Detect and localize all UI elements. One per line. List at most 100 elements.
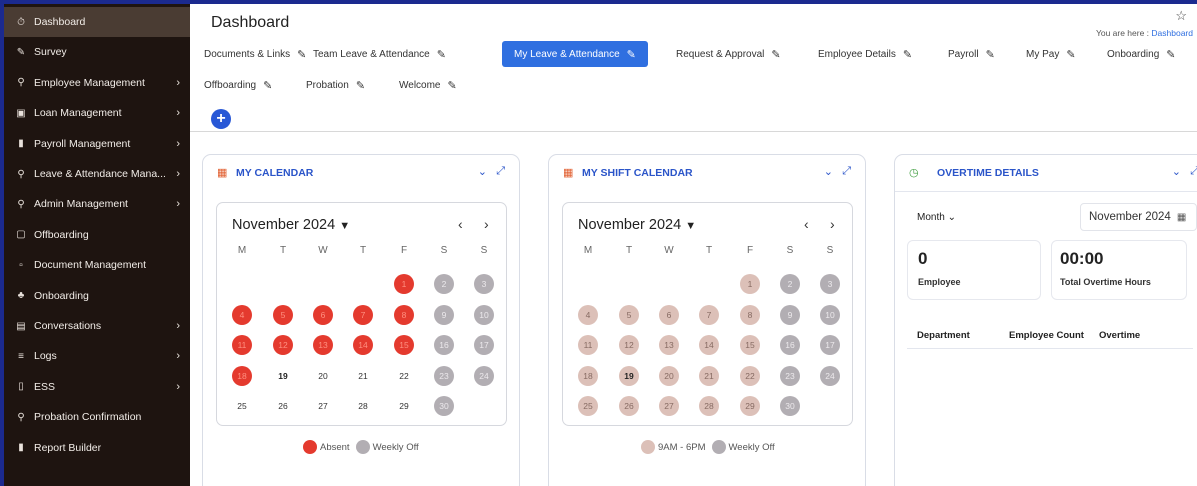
sidebar-item-conversations[interactable]: ▤ Conversations › (4, 311, 190, 341)
calendar-day[interactable]: 3 (820, 274, 840, 294)
tab-payroll[interactable]: Payroll ✎ (948, 41, 995, 67)
collapse-chevron-icon[interactable]: ⌄ (1172, 165, 1181, 178)
calendar-day[interactable]: 3 (474, 274, 494, 294)
date-field[interactable]: November 2024 ▦ (1080, 203, 1197, 231)
calendar-day[interactable]: 24 (820, 365, 840, 386)
calendar-day[interactable]: 14 (699, 335, 719, 355)
sidebar-item-leave-attendance-mana[interactable]: ⚲ Leave & Attendance Mana... › (4, 159, 190, 189)
calendar-day[interactable]: 13 (313, 335, 333, 355)
calendar-day[interactable]: 15 (394, 335, 414, 355)
calendar-day[interactable]: 16 (434, 335, 454, 355)
calendar-day[interactable]: 25 (232, 396, 252, 416)
edit-icon[interactable]: ✎ (771, 48, 780, 61)
sidebar-item-ess[interactable]: ▯ ESS › (4, 372, 190, 402)
sidebar-item-payroll-management[interactable]: ▮ Payroll Management › (4, 129, 190, 159)
calendar-day[interactable]: 9 (780, 304, 800, 325)
tab-onboarding[interactable]: Onboarding ✎ (1107, 41, 1175, 67)
sidebar-item-onboarding[interactable]: ♣ Onboarding (4, 281, 190, 311)
expand-icon[interactable]: ⤢ (1190, 165, 1197, 178)
sidebar-item-report-builder[interactable]: ▮ Report Builder (4, 433, 190, 463)
tab-team-leave-attendance[interactable]: Team Leave & Attendance ✎ (313, 41, 446, 67)
calendar-day[interactable]: 2 (780, 274, 800, 294)
calendar-day[interactable]: 18 (578, 365, 598, 386)
calendar-day[interactable]: 2 (434, 274, 454, 294)
calendar-day[interactable]: 17 (474, 335, 494, 355)
sidebar-item-document-management[interactable]: ▫ Document Management (4, 250, 190, 280)
calendar-day[interactable]: 23 (780, 365, 800, 386)
sidebar-item-offboarding[interactable]: ▢ Offboarding (4, 220, 190, 250)
calendar-day[interactable]: 8 (740, 304, 760, 325)
month-selector[interactable]: November 2024 ▼ (578, 217, 696, 233)
calendar-day[interactable]: 19 (619, 365, 639, 386)
calendar-day[interactable]: 4 (232, 304, 252, 325)
calendar-day[interactable]: 12 (273, 335, 293, 355)
calendar-day[interactable]: 26 (619, 396, 639, 416)
calendar-day[interactable]: 30 (434, 396, 454, 416)
star-icon[interactable]: ☆ (1175, 8, 1187, 24)
calendar-day[interactable]: 6 (313, 304, 333, 325)
edit-icon[interactable]: ✎ (986, 48, 995, 61)
calendar-day[interactable]: 1 (394, 274, 414, 294)
calendar-day[interactable]: 16 (780, 335, 800, 355)
calendar-day[interactable]: 4 (578, 304, 598, 325)
edit-icon[interactable]: ✎ (903, 48, 912, 61)
calendar-day[interactable]: 17 (820, 335, 840, 355)
next-month-icon[interactable]: › (484, 216, 489, 232)
month-selector[interactable]: November 2024 ▼ (232, 217, 350, 233)
collapse-chevron-icon[interactable]: ⌄ (478, 165, 487, 178)
calendar-day[interactable]: 28 (353, 396, 373, 416)
sidebar-item-dashboard[interactable]: ⏱ Dashboard (4, 7, 190, 37)
calendar-day[interactable]: 30 (780, 396, 800, 416)
tab-my-leave-attendance[interactable]: My Leave & Attendance ✎ (502, 41, 648, 67)
sidebar-item-loan-management[interactable]: ▣ Loan Management › (4, 98, 190, 128)
edit-icon[interactable]: ✎ (356, 79, 365, 92)
edit-icon[interactable]: ✎ (1166, 48, 1175, 61)
calendar-day[interactable]: 11 (232, 335, 252, 355)
calendar-day[interactable]: 8 (394, 304, 414, 325)
next-month-icon[interactable]: › (830, 216, 835, 232)
sidebar-item-logs[interactable]: ≡ Logs › (4, 341, 190, 371)
edit-icon[interactable]: ✎ (627, 48, 636, 61)
calendar-day[interactable]: 27 (313, 396, 333, 416)
calendar-day[interactable]: 20 (313, 366, 333, 386)
calendar-day[interactable]: 5 (619, 304, 639, 325)
edit-icon[interactable]: ✎ (437, 48, 446, 61)
calendar-day[interactable]: 21 (353, 366, 373, 386)
calendar-day[interactable]: 25 (578, 396, 598, 416)
tab-offboarding[interactable]: Offboarding ✎ (204, 72, 272, 98)
period-select[interactable]: Month ⌄ (917, 212, 956, 223)
calendar-day[interactable]: 19 (273, 366, 293, 386)
calendar-day[interactable]: 26 (273, 396, 293, 416)
calendar-day[interactable]: 10 (474, 304, 494, 325)
calendar-icon[interactable]: ▦ (1177, 212, 1186, 223)
calendar-day[interactable]: 15 (740, 335, 760, 355)
calendar-day[interactable]: 12 (619, 335, 639, 355)
sidebar-item-employee-management[interactable]: ⚲ Employee Management › (4, 68, 190, 98)
calendar-day[interactable]: 13 (659, 335, 679, 355)
calendar-day[interactable]: 7 (699, 304, 719, 325)
tab-request-approval[interactable]: Request & Approval ✎ (676, 41, 781, 67)
sidebar-item-admin-management[interactable]: ⚲ Admin Management › (4, 189, 190, 219)
sidebar-item-survey[interactable]: ✎ Survey (4, 37, 190, 67)
edit-icon[interactable]: ✎ (448, 79, 457, 92)
calendar-day[interactable]: 9 (434, 304, 454, 325)
sidebar-item-probation-confirmation[interactable]: ⚲ Probation Confirmation (4, 402, 190, 432)
calendar-day[interactable]: 14 (353, 335, 373, 355)
expand-icon[interactable]: ⤢ (496, 165, 505, 178)
calendar-day[interactable]: 21 (699, 365, 719, 386)
calendar-day[interactable]: 23 (434, 365, 454, 386)
tab-documents-links[interactable]: Documents & Links ✎ (204, 41, 306, 67)
calendar-day[interactable]: 1 (740, 274, 760, 294)
prev-month-icon[interactable]: ‹ (458, 216, 463, 232)
tab-probation[interactable]: Probation ✎ (306, 72, 365, 98)
collapse-chevron-icon[interactable]: ⌄ (824, 165, 833, 178)
add-tab-button[interactable]: + (211, 109, 231, 129)
calendar-day[interactable]: 6 (659, 304, 679, 325)
calendar-day[interactable]: 28 (699, 396, 719, 416)
calendar-day[interactable]: 20 (659, 365, 679, 386)
edit-icon[interactable]: ✎ (263, 79, 272, 92)
expand-icon[interactable]: ⤢ (842, 165, 851, 178)
calendar-day[interactable]: 27 (659, 396, 679, 416)
calendar-day[interactable]: 29 (394, 396, 414, 416)
calendar-day[interactable]: 24 (474, 365, 494, 386)
